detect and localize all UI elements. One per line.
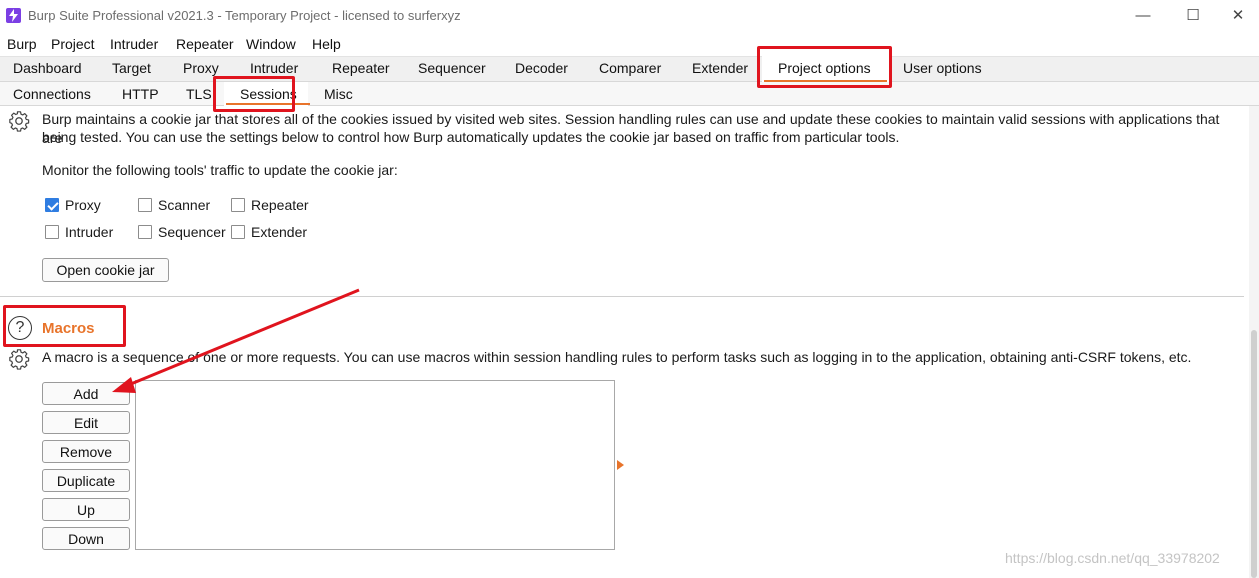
watermark: https://blog.csdn.net/qq_33978202	[1005, 550, 1220, 566]
annotation-arrow	[112, 288, 360, 393]
